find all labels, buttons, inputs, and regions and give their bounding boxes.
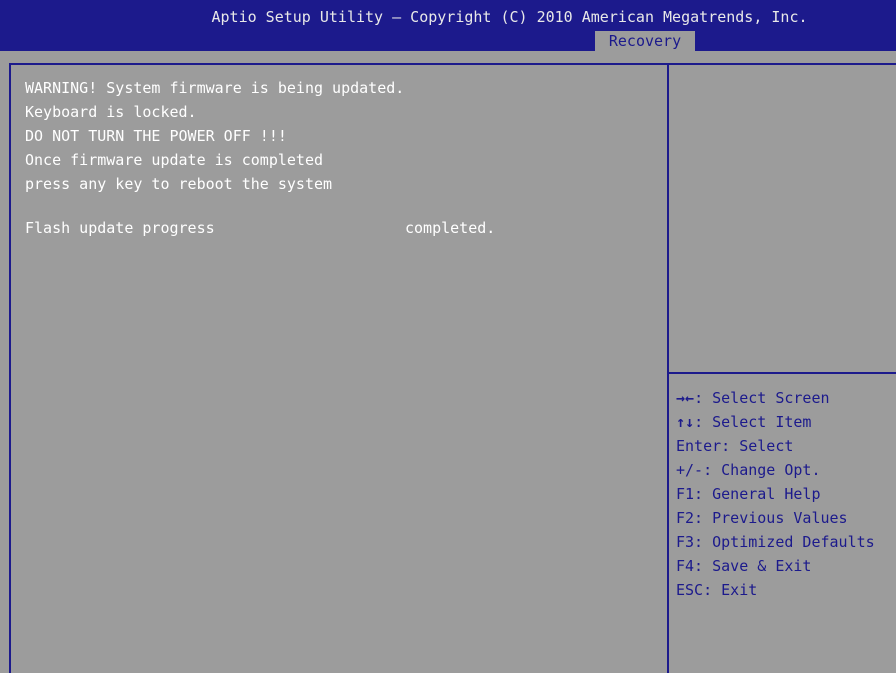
help-escape-exit: ESC: Exit (676, 581, 758, 599)
progress-value: completed. (405, 219, 496, 237)
help-select-item: ↑↓: Select Item (676, 412, 811, 432)
help-previous-values: F2: Previous Values (676, 509, 848, 527)
power-warning-message: DO NOT TURN THE POWER OFF !!! (25, 127, 287, 145)
help-text: : Select Item (694, 413, 812, 431)
bios-screen: Aptio Setup Utility – Copyright (C) 2010… (0, 0, 896, 673)
warning-message: WARNING! System firmware is being update… (25, 79, 405, 97)
help-save-exit: F4: Save & Exit (676, 557, 812, 575)
help-text: : Select Screen (694, 389, 830, 407)
keyboard-locked-message: Keyboard is locked. (25, 103, 197, 121)
tab-recovery[interactable]: Recovery (595, 31, 695, 51)
up-down-arrows-icon: ↑↓ (676, 413, 695, 431)
help-separator (669, 372, 896, 374)
help-change-opt: +/-: Change Opt. (676, 461, 821, 479)
progress-label: Flash update progress (25, 219, 215, 237)
completion-message: Once firmware update is completed (25, 151, 324, 169)
panel-divider (667, 65, 669, 673)
help-enter-select: Enter: Select (676, 437, 794, 455)
left-right-arrows-icon: →← (676, 389, 695, 407)
help-general-help: F1: General Help (676, 485, 821, 503)
help-optimized-defaults: F3: Optimized Defaults (676, 533, 875, 551)
help-select-screen: →←: Select Screen (676, 388, 830, 408)
reboot-message: press any key to reboot the system (25, 175, 333, 193)
header-bar: Aptio Setup Utility – Copyright (C) 2010… (0, 0, 896, 51)
header-title: Aptio Setup Utility – Copyright (C) 2010… (211, 8, 808, 26)
